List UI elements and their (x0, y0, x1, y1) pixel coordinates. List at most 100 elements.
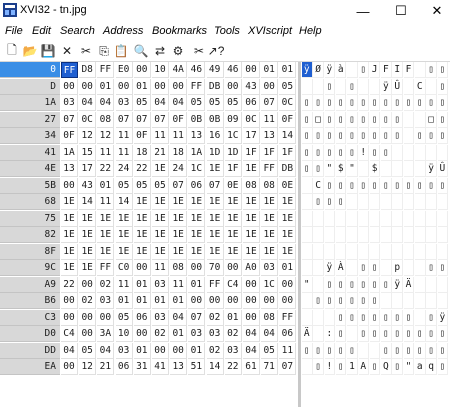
ascii-cell[interactable]: ▯ (347, 177, 358, 194)
script-icon[interactable]: ✂ (191, 43, 207, 59)
ascii-cell[interactable] (403, 210, 415, 227)
ascii-cell[interactable]: ▯ (437, 260, 449, 276)
hex-cell[interactable]: 1C (188, 161, 206, 177)
ascii-cell[interactable]: ▯ (324, 342, 336, 359)
hex-cell[interactable]: 46 (188, 62, 206, 78)
ascii-cell[interactable]: q (426, 359, 437, 375)
hex-cell[interactable]: 43 (243, 78, 260, 95)
ascii-cell[interactable] (403, 128, 415, 144)
ascii-cell[interactable]: ▯ (369, 260, 381, 276)
ascii-cell[interactable] (437, 194, 449, 210)
hex-cell[interactable]: 11 (97, 144, 115, 161)
hex-cell[interactable]: 1E (243, 161, 260, 177)
ascii-cell[interactable] (313, 260, 324, 276)
hex-cell[interactable]: 05 (133, 177, 151, 194)
hex-cell[interactable]: 01 (133, 342, 151, 359)
hex-cell[interactable]: 13 (170, 359, 188, 375)
hex-cell[interactable]: 02 (206, 309, 224, 326)
hex-cell[interactable]: 14 (206, 359, 224, 375)
ascii-cell[interactable] (347, 210, 358, 227)
ascii-cell[interactable]: ▯ (324, 293, 336, 309)
ascii-cell[interactable] (381, 243, 392, 260)
ascii-cell[interactable] (403, 243, 415, 260)
hex-cell[interactable]: 11 (152, 128, 169, 144)
hex-cell[interactable]: 11 (115, 276, 133, 293)
ascii-cell[interactable]: ▯ (347, 78, 358, 95)
hex-cell[interactable]: 1E (79, 227, 97, 243)
hex-cell[interactable]: 12 (79, 359, 97, 375)
ascii-cell[interactable]: ▯ (313, 144, 324, 161)
hex-cell[interactable]: A0 (243, 260, 260, 276)
ascii-cell[interactable]: Ä (403, 276, 415, 293)
hex-cell[interactable]: 1E (133, 210, 151, 227)
hex-cell[interactable]: 14 (279, 128, 297, 144)
hex-cell[interactable]: 11 (115, 128, 133, 144)
ascii-cell[interactable]: ▯ (358, 293, 370, 309)
hex-cell[interactable]: 04 (261, 326, 279, 342)
hex-cell[interactable]: 1E (224, 210, 242, 227)
ascii-cell[interactable]: ▯ (324, 111, 336, 128)
ascii-cell[interactable] (302, 194, 313, 210)
hex-cell[interactable]: 1F (261, 144, 279, 161)
ascii-cell[interactable] (335, 243, 347, 260)
hex-cell[interactable]: 1E (206, 243, 224, 260)
ascii-cell[interactable] (415, 293, 426, 309)
ascii-cell[interactable]: ▯ (313, 293, 324, 309)
hex-cell[interactable]: 05 (115, 309, 133, 326)
ascii-cell[interactable]: ▯ (426, 342, 437, 359)
ascii-cell[interactable]: ▯ (302, 111, 313, 128)
ascii-cell[interactable] (415, 243, 426, 260)
ascii-cell[interactable] (358, 194, 370, 210)
hex-cell[interactable]: 03 (115, 342, 133, 359)
ascii-cell[interactable]: ▯ (335, 111, 347, 128)
ascii-cell[interactable]: ▯ (437, 78, 449, 95)
hex-cell[interactable]: 00 (279, 293, 297, 309)
hex-cell[interactable]: 05 (261, 342, 279, 359)
ascii-cell[interactable] (347, 194, 358, 210)
save-icon[interactable]: 💾 (40, 43, 56, 59)
hex-cell[interactable]: 18 (170, 144, 188, 161)
hex-cell[interactable]: 05 (115, 177, 133, 194)
hex-cell[interactable]: 08 (170, 260, 188, 276)
hex-cell[interactable]: FF (261, 161, 279, 177)
ascii-cell[interactable]: ▯ (358, 260, 370, 276)
ascii-cell[interactable]: ▯ (347, 128, 358, 144)
hex-cell[interactable]: 1E (79, 210, 97, 227)
hex-cell[interactable]: 08 (97, 111, 115, 128)
hex-cell[interactable]: 0F (170, 111, 188, 128)
ascii-cell[interactable]: ▯ (335, 177, 347, 194)
ascii-cell[interactable]: à (335, 62, 347, 78)
hex-cell[interactable]: 01 (133, 293, 151, 309)
ascii-cell[interactable]: ▯ (313, 128, 324, 144)
hex-cell[interactable]: 05 (152, 177, 169, 194)
ascii-cell[interactable]: ▯ (324, 128, 336, 144)
ascii-cell[interactable] (302, 293, 313, 309)
ascii-cell[interactable]: ▯ (403, 309, 415, 326)
ascii-cell[interactable] (358, 78, 370, 95)
hex-cell[interactable]: 49 (206, 62, 224, 78)
ascii-cell[interactable]: ▯ (381, 128, 392, 144)
ascii-cell[interactable]: ▯ (381, 276, 392, 293)
hex-cell[interactable]: 1E (61, 243, 78, 260)
ascii-cell[interactable] (313, 309, 324, 326)
ascii-cell[interactable]: ▯ (335, 95, 347, 111)
hex-cell[interactable]: 14 (115, 194, 133, 210)
ascii-cell[interactable] (426, 194, 437, 210)
ascii-cell[interactable]: C (415, 78, 426, 95)
ascii-cell[interactable]: ▯ (369, 177, 381, 194)
ascii-cell[interactable]: ÿ (381, 78, 392, 95)
ascii-cell[interactable] (426, 78, 437, 95)
hex-cell[interactable]: 1E (279, 194, 297, 210)
hex-cell[interactable]: FF (188, 78, 206, 95)
open-icon[interactable]: 📂 (22, 43, 38, 59)
hex-cell[interactable]: 03 (224, 342, 242, 359)
hex-cell[interactable]: 03 (115, 95, 133, 111)
hex-cell[interactable]: 1E (188, 194, 206, 210)
ascii-cell[interactable] (426, 243, 437, 260)
hex-cell[interactable]: 07 (133, 111, 151, 128)
ascii-cell[interactable]: ▯ (392, 128, 403, 144)
ascii-cell[interactable] (369, 243, 381, 260)
hex-cell[interactable]: 00 (61, 359, 78, 375)
hex-cell[interactable]: 05 (206, 95, 224, 111)
hex-cell[interactable]: 01 (170, 293, 188, 309)
